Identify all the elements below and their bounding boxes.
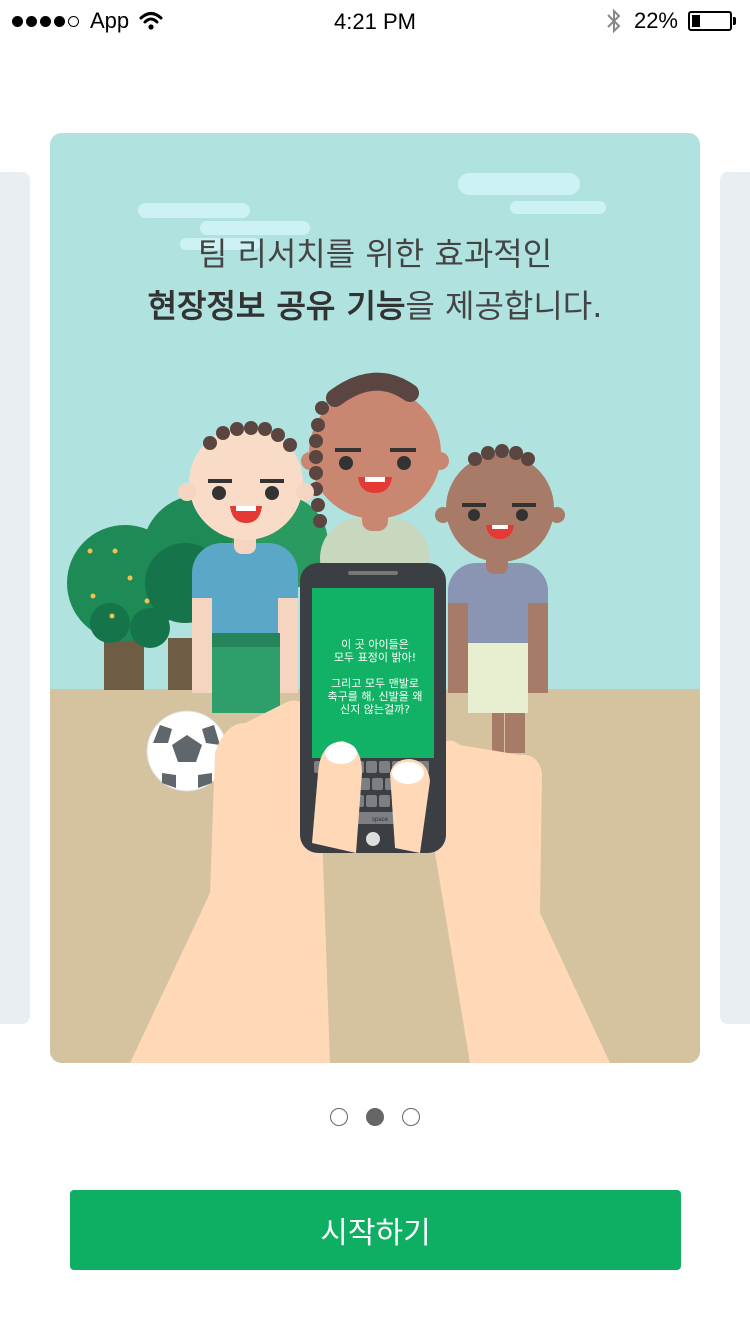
phone-text-paragraph-2: 그리고 모두 맨발로 축구를 해, 신발을 왜 신지 않는걸까? (320, 677, 430, 716)
headline-line-1: 팀 리서치를 위한 효과적인 (197, 235, 553, 273)
battery-percent: 22% (633, 8, 678, 33)
child-illustration (178, 421, 314, 713)
previous-slide-card[interactable] (0, 172, 30, 1024)
next-slide-card[interactable] (720, 172, 750, 1024)
headline-bold: 현장정보 공유 기능 (147, 287, 406, 325)
start-button[interactable]: 시작하기 (70, 1190, 681, 1270)
status-right: 22% (606, 8, 736, 34)
phone-text-line: 축구를 해, 신발을 왜 (327, 690, 423, 703)
page-dot[interactable] (402, 1108, 420, 1126)
phone-text-line: 신지 않는걸까? (339, 703, 411, 716)
page-dot[interactable] (366, 1108, 384, 1126)
battery-fill (692, 15, 700, 27)
battery-cap (733, 17, 736, 25)
slide-headline: 팀 리서치를 위한 효과적인 현장정보 공유 기능을 제공합니다. (50, 228, 700, 332)
battery-icon (688, 11, 732, 31)
onboarding-slide-card[interactable]: space 팀 리서치를 위한 효과적인 현장정보 공유 기능을 제공합니다. … (50, 133, 700, 1063)
phone-text-line: 이 곳 아이들은 (341, 638, 409, 651)
phone-text-line: 그리고 모두 맨발로 (331, 677, 419, 690)
phone-screen-text: 이 곳 아이들은 모두 표정이 밝아! 그리고 모두 맨발로 축구를 해, 신발… (320, 638, 430, 729)
headline-rest: 을 제공합니다. (405, 287, 603, 325)
bluetooth-icon (607, 8, 621, 34)
keyboard-space-label: space (372, 817, 389, 823)
headline-line-2: 현장정보 공유 기능을 제공합니다. (50, 280, 700, 332)
page-indicator[interactable] (0, 1108, 750, 1126)
status-bar: App 4:21 PM 22% (0, 0, 750, 46)
phone-text-line: 모두 표정이 밝아! (333, 651, 417, 664)
phone-text-paragraph-1: 이 곳 아이들은 모두 표정이 밝아! (320, 638, 430, 664)
page-dot[interactable] (330, 1108, 348, 1126)
